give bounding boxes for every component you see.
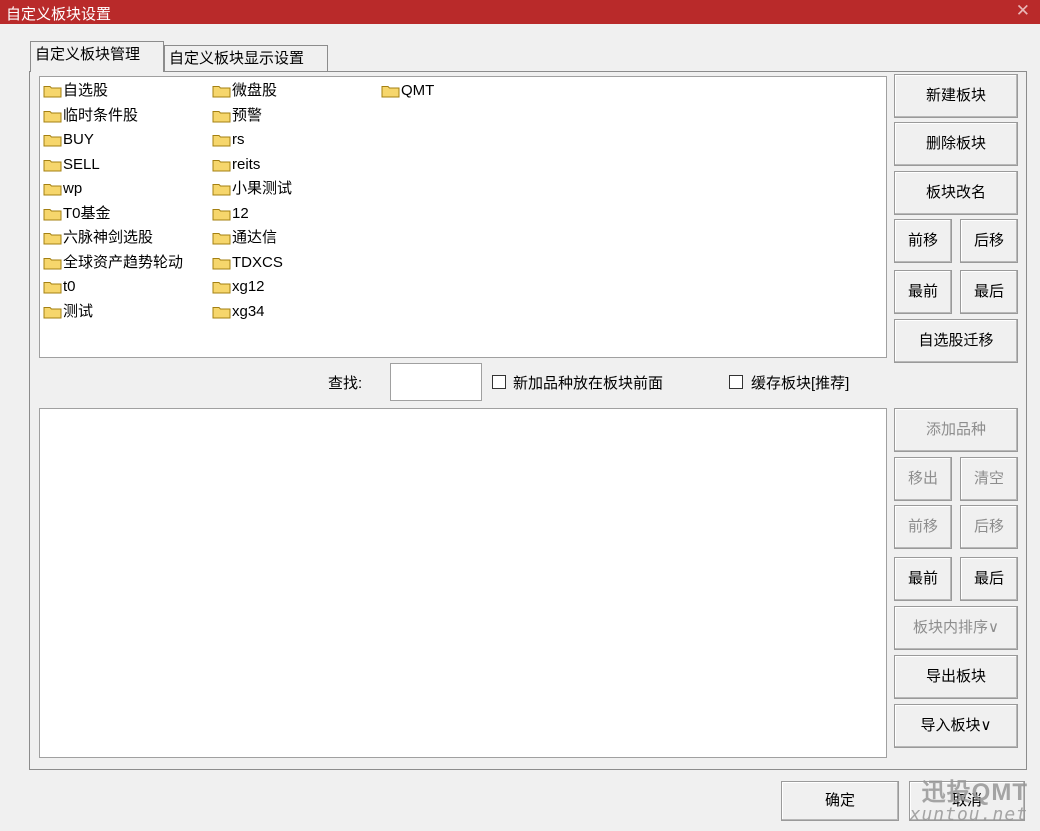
folder-icon (212, 109, 231, 122)
block-item-label: 临时条件股 (63, 106, 139, 124)
block-item[interactable]: wp (43, 177, 82, 201)
clear-stocks-button[interactable]: 清空 (960, 457, 1018, 501)
block-item-label: xg34 (232, 302, 265, 320)
folder-icon (43, 231, 62, 245)
block-item[interactable]: T0基金 (43, 202, 111, 226)
block-item-label: xg12 (232, 278, 265, 295)
block-item[interactable]: 12 (212, 202, 249, 226)
folder-icon (43, 280, 62, 294)
block-item-label: 六脉神剑选股 (63, 229, 154, 246)
stock-list[interactable] (39, 408, 887, 758)
folder-icon (43, 207, 62, 220)
block-item[interactable]: 自选股 (43, 79, 108, 103)
block-item-label: TDXCS (232, 253, 283, 271)
block-item-label: 通达信 (232, 229, 278, 246)
block-item[interactable]: 微盘股 (212, 79, 277, 103)
folder-icon (212, 280, 231, 294)
block-item[interactable]: xg34 (212, 300, 265, 324)
block-item[interactable]: BUY (43, 128, 94, 152)
block-item-label: 微盘股 (232, 82, 278, 99)
tab-block-display-settings[interactable]: 自定义板块显示设置 (164, 45, 328, 72)
watermark-url: xuntou.net (909, 804, 1028, 825)
folder-icon (43, 84, 62, 98)
folder-icon (43, 109, 62, 122)
tab-block-management[interactable]: 自定义板块管理 (30, 41, 164, 72)
folder-icon (212, 84, 231, 98)
folder-icon (212, 158, 231, 171)
folder-icon (43, 305, 62, 318)
add-stock-button[interactable]: 添加品种 (894, 408, 1018, 452)
block-move-down-button[interactable]: 后移 (960, 219, 1018, 263)
block-item[interactable]: 预警 (212, 104, 262, 128)
block-item[interactable]: 临时条件股 (43, 104, 138, 128)
delete-block-button[interactable]: 删除板块 (894, 122, 1018, 166)
block-item[interactable]: 测试 (43, 300, 93, 324)
folder-icon (212, 182, 231, 196)
stock-move-up-button[interactable]: 前移 (894, 505, 952, 549)
add-front-checkbox[interactable] (492, 375, 506, 389)
watermark: 迅投QMT xuntou.net (910, 781, 1028, 825)
folder-icon (212, 256, 231, 269)
block-item[interactable]: TDXCS (212, 251, 283, 275)
dialog-client: 自定义板块管理 自定义板块显示设置 自选股临时条件股 BUY SELL wp T0基金六… (0, 24, 1040, 831)
stock-move-down-button[interactable]: 后移 (960, 505, 1018, 549)
block-item[interactable]: 小果测试 (212, 177, 292, 201)
block-item[interactable]: xg12 (212, 275, 265, 299)
block-item[interactable]: SELL (43, 153, 100, 177)
folder-icon (212, 305, 231, 318)
ok-button[interactable]: 确定 (781, 781, 899, 821)
search-label: 查找: (328, 375, 363, 392)
block-item-label: BUY (63, 131, 94, 148)
add-front-label: 新加品种放在板块前面 (513, 375, 664, 392)
folder-icon (212, 231, 231, 245)
window-title: 自定义板块设置 (6, 6, 112, 23)
search-input[interactable] (390, 363, 482, 401)
block-item[interactable]: 六脉神剑选股 (43, 226, 153, 250)
folder-icon (43, 158, 62, 171)
folder-icon (43, 256, 62, 269)
stock-move-first-button[interactable]: 最前 (894, 557, 952, 601)
migrate-watchlist-button[interactable]: 自选股迁移 (894, 319, 1018, 363)
folder-icon (43, 182, 62, 196)
block-move-first-button[interactable]: 最前 (894, 270, 952, 314)
block-item[interactable]: 通达信 (212, 226, 277, 250)
watermark-brand: 迅投QMT (921, 779, 1028, 806)
block-list[interactable]: 自选股临时条件股 BUY SELL wp T0基金六脉神剑选股全球资产趋势轮动 t0 测试 微… (39, 76, 887, 358)
block-item-label: 全球资产趋势轮动 (63, 253, 184, 271)
rename-block-button[interactable]: 板块改名 (894, 171, 1018, 215)
block-item-label: 12 (232, 204, 249, 222)
remove-stock-button[interactable]: 移出 (894, 457, 952, 501)
block-item-label: reits (232, 155, 261, 173)
folder-icon (212, 207, 231, 220)
block-item-label: rs (232, 131, 245, 148)
stock-move-last-button[interactable]: 最后 (960, 557, 1018, 601)
block-move-up-button[interactable]: 前移 (894, 219, 952, 263)
export-block-button[interactable]: 导出板块 (894, 655, 1018, 699)
cache-block-label: 缓存板块[推荐] (751, 375, 850, 392)
block-item[interactable]: reits (212, 153, 260, 177)
block-item-label: SELL (63, 155, 100, 173)
block-item-label: 预警 (232, 106, 263, 124)
block-move-last-button[interactable]: 最后 (960, 270, 1018, 314)
folder-icon (381, 84, 400, 98)
block-item-label: t0 (63, 278, 76, 295)
block-item-label: T0基金 (63, 204, 111, 222)
close-icon[interactable]: ✕ (1016, 1, 1030, 21)
block-item[interactable]: t0 (43, 275, 76, 299)
block-item[interactable]: 全球资产趋势轮动 (43, 251, 183, 275)
block-item-label: 小果测试 (232, 180, 293, 197)
block-item-label: 自选股 (63, 82, 109, 99)
folder-icon (212, 133, 231, 147)
title-bar: 自定义板块设置 ✕ (0, 0, 1040, 24)
import-block-button[interactable]: 导入板块∨ (894, 704, 1018, 748)
block-item[interactable]: rs (212, 128, 245, 152)
block-item-label: wp (63, 180, 83, 197)
block-item-label: QMT (401, 82, 435, 99)
block-item-label: 测试 (63, 302, 94, 320)
folder-icon (43, 133, 62, 147)
block-item[interactable]: QMT (381, 79, 434, 103)
cache-block-checkbox[interactable] (729, 375, 743, 389)
sort-in-block-button[interactable]: 板块内排序∨ (894, 606, 1018, 650)
new-block-button[interactable]: 新建板块 (894, 74, 1018, 118)
